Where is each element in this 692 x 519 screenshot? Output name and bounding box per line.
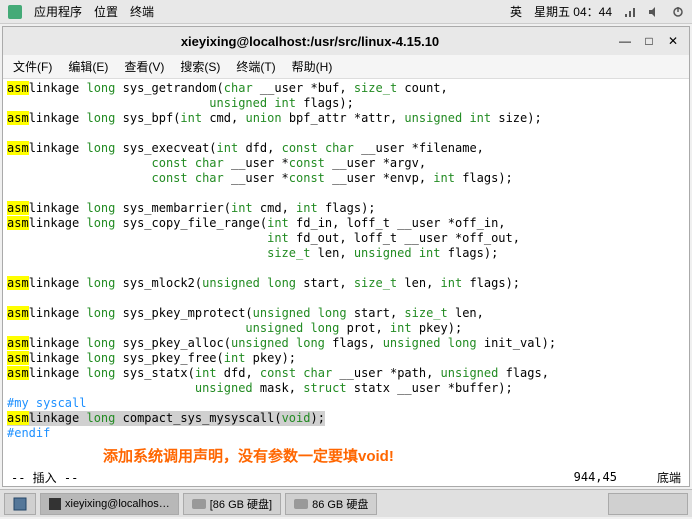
- disk-icon: [192, 499, 206, 509]
- vim-percent: 底端: [657, 469, 681, 486]
- show-desktop-button[interactable]: [4, 493, 36, 515]
- menu-file[interactable]: 文件(F): [7, 56, 58, 77]
- power-icon[interactable]: [672, 6, 684, 18]
- disk-icon: [294, 499, 308, 509]
- panel-terminal[interactable]: 终端: [130, 3, 154, 20]
- comment-my-syscall: #my syscall: [7, 396, 86, 410]
- window-title: xieyixing@localhost:/usr/src/linux-4.15.…: [11, 34, 609, 49]
- menu-view[interactable]: 查看(V): [118, 56, 170, 77]
- menu-search[interactable]: 搜索(S): [174, 56, 226, 77]
- volume-icon[interactable]: [648, 6, 660, 18]
- clock[interactable]: 星期五 04：44: [534, 3, 612, 20]
- vim-statusline: -- 插入 -- 944,45 底端: [3, 468, 689, 486]
- taskbar-item-disk1[interactable]: [86 GB 硬盘]: [183, 493, 281, 515]
- close-button[interactable]: ✕: [665, 33, 681, 49]
- input-method-indicator[interactable]: 英: [510, 3, 522, 20]
- comment-endif: #endif: [7, 426, 50, 440]
- vim-position: 944,45: [574, 470, 617, 484]
- network-icon[interactable]: [624, 6, 636, 18]
- workspace-switcher[interactable]: [608, 493, 688, 515]
- menubar: 文件(F) 编辑(E) 查看(V) 搜索(S) 终端(T) 帮助(H): [3, 55, 689, 79]
- taskbar-item-disk2[interactable]: 86 GB 硬盘: [285, 493, 377, 515]
- bottom-taskbar: xieyixing@localhos… [86 GB 硬盘] 86 GB 硬盘: [0, 489, 692, 517]
- vim-mode: -- 插入 --: [11, 469, 78, 486]
- menu-help[interactable]: 帮助(H): [286, 56, 339, 77]
- top-panel: 应用程序 位置 终端 英 星期五 04：44: [0, 0, 692, 24]
- taskbar-item-terminal[interactable]: xieyixing@localhos…: [40, 493, 179, 515]
- titlebar: xieyixing@localhost:/usr/src/linux-4.15.…: [3, 27, 689, 55]
- terminal-window: xieyixing@localhost:/usr/src/linux-4.15.…: [2, 26, 690, 487]
- maximize-button[interactable]: □: [641, 33, 657, 49]
- editor-area[interactable]: asmlinkage long sys_getrandom(char __use…: [3, 79, 689, 443]
- panel-places[interactable]: 位置: [94, 3, 118, 20]
- minimize-button[interactable]: —: [617, 33, 633, 49]
- menu-terminal[interactable]: 终端(T): [230, 56, 281, 77]
- annotation-text: 添加系统调用声明，没有参数一定要填void!: [3, 443, 689, 468]
- menu-edit[interactable]: 编辑(E): [62, 56, 114, 77]
- gnome-logo-icon: [8, 5, 22, 19]
- panel-applications[interactable]: 应用程序: [34, 3, 82, 20]
